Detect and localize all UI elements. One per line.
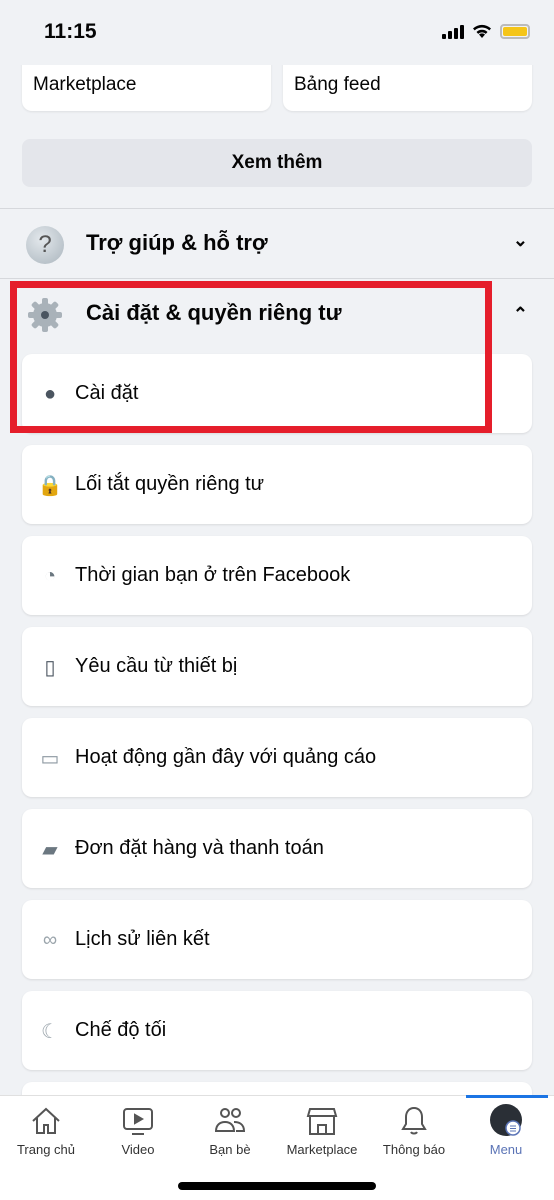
settings-item-label: Thời gian bạn ở trên Facebook xyxy=(75,564,351,586)
ad-activity-icon: ▭ xyxy=(40,747,60,770)
shop-icon xyxy=(306,1108,338,1135)
friends-icon xyxy=(214,1108,246,1132)
settings-item-label: Chế độ tối xyxy=(75,1019,167,1041)
moon-icon: ☾ xyxy=(41,1020,59,1043)
chevron-up-icon: ⌃ xyxy=(512,304,528,324)
video-icon xyxy=(123,1108,153,1135)
link-icon: ∞ xyxy=(42,928,58,951)
settings-item[interactable]: ◔ Thời gian bạn ở trên Facebook xyxy=(22,536,532,615)
person-icon: ● xyxy=(43,382,57,405)
settings-item[interactable]: ▰ Đơn đặt hàng và thanh toán xyxy=(22,809,532,888)
tab-marketplace[interactable]: Marketplace xyxy=(276,1104,368,1157)
active-tab-indicator xyxy=(466,1095,548,1098)
settings-item-label: Đơn đặt hàng và thanh toán xyxy=(75,837,324,859)
tab-home[interactable]: Trang chủ xyxy=(0,1104,92,1157)
shortcut-marketplace[interactable]: Marketplace xyxy=(22,58,271,111)
phone-key-icon: ▯ xyxy=(44,656,56,679)
shortcut-feed[interactable]: Bảng feed xyxy=(283,58,532,111)
settings-item[interactable]: 🔒 Lối tắt quyền riêng tư xyxy=(22,445,532,524)
see-more-button[interactable]: Xem thêm xyxy=(22,139,532,187)
tab-friends[interactable]: Bạn bè xyxy=(184,1104,276,1157)
tab-video[interactable]: Video xyxy=(92,1104,184,1157)
clock-icon: ◔ xyxy=(43,564,57,587)
signal-icon xyxy=(442,24,464,39)
lock-icon: 🔒 xyxy=(37,474,63,497)
bell-icon xyxy=(401,1106,427,1135)
tab-notifications[interactable]: Thông báo xyxy=(368,1104,460,1157)
card-icon: ▰ xyxy=(42,838,58,861)
settings-item[interactable]: ▯ Yêu cầu từ thiết bị xyxy=(22,627,532,706)
settings-item-label: Lịch sử liên kết xyxy=(75,928,210,950)
settings-item-label: Lối tắt quyền riêng tư xyxy=(75,473,265,495)
settings-privacy-section[interactable]: Cài đặt & quyền riêng tư ⌃ xyxy=(0,278,554,348)
tab-menu[interactable]: Menu xyxy=(460,1104,552,1157)
settings-item-label: Cài đặt xyxy=(75,382,139,404)
status-bar: 11:15 xyxy=(0,0,554,65)
home-indicator[interactable] xyxy=(178,1182,376,1190)
home-icon xyxy=(32,1107,60,1134)
settings-item[interactable]: ∞ Lịch sử liên kết xyxy=(22,900,532,979)
help-support-label: Trợ giúp & hỗ trợ xyxy=(86,230,268,255)
help-support-section[interactable]: ? Trợ giúp & hỗ trợ ⌄ xyxy=(0,208,554,278)
wifi-icon xyxy=(473,24,491,38)
settings-item-label: Yêu cầu từ thiết bị xyxy=(75,655,238,677)
settings-item[interactable]: ☾ Chế độ tối xyxy=(22,991,532,1070)
question-icon: ? xyxy=(26,226,64,264)
settings-item-label: Hoạt động gần đây với quảng cáo xyxy=(75,746,377,768)
settings-item[interactable]: ▭ Hoạt động gần đây với quảng cáo xyxy=(22,718,532,797)
settings-privacy-label: Cài đặt & quyền riêng tư xyxy=(86,300,342,325)
avatar-menu-icon xyxy=(490,1104,522,1136)
settings-item[interactable]: ● Cài đặt xyxy=(22,354,532,433)
gear-icon xyxy=(28,298,62,332)
chevron-down-icon: ⌄ xyxy=(512,230,528,250)
status-time: 11:15 xyxy=(44,20,97,43)
battery-icon xyxy=(500,24,530,39)
